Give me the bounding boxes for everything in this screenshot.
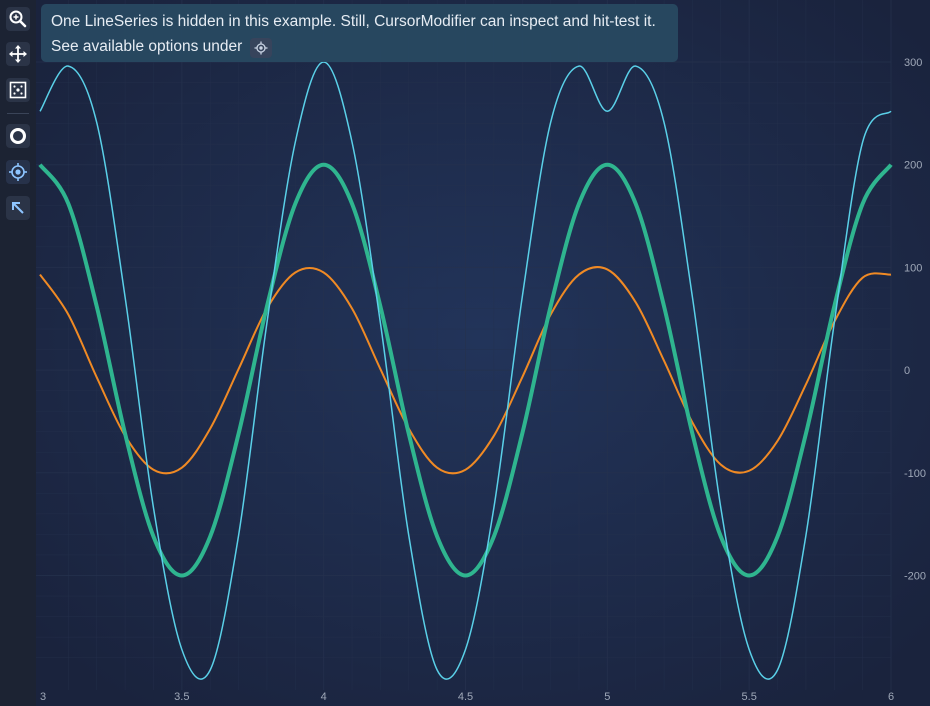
- info-notice: One LineSeries is hidden in this example…: [41, 4, 678, 62]
- pan-icon[interactable]: [6, 42, 30, 66]
- toolbar-divider: [7, 113, 29, 114]
- x-tick-label: 5.5: [742, 691, 757, 703]
- settings-icon[interactable]: [250, 38, 273, 58]
- x-tick-label: 6: [888, 691, 894, 703]
- y-tick-label: -200: [904, 571, 926, 583]
- y-tick-label: 300: [904, 57, 922, 69]
- toolbar: [0, 0, 37, 706]
- cursor-icon[interactable]: [6, 160, 30, 184]
- x-tick-label: 4: [321, 691, 327, 703]
- y-tick-label: -100: [904, 468, 926, 480]
- y-tick-label: 200: [904, 160, 922, 172]
- select-icon[interactable]: [6, 196, 30, 220]
- y-tick-label: 100: [904, 262, 922, 274]
- rollover-icon[interactable]: [6, 124, 30, 148]
- x-tick-label: 3.5: [174, 691, 189, 703]
- notice-line-2: See available options under: [51, 34, 668, 59]
- notice-line-1: One LineSeries is hidden in this example…: [51, 13, 656, 30]
- zoom-icon[interactable]: [6, 7, 30, 31]
- notice-line-2-text: See available options under: [51, 38, 243, 55]
- zoom-extents-icon[interactable]: [6, 78, 30, 102]
- y-tick-label: 0: [904, 365, 910, 377]
- x-tick-label: 4.5: [458, 691, 473, 703]
- x-tick-label: 5: [604, 691, 610, 703]
- x-tick-label: 3: [40, 691, 46, 703]
- chart-surface[interactable]: 300 200 100 0 -100 -200 3 3.5 4 4.5 5 5.5 6: [36, 0, 930, 706]
